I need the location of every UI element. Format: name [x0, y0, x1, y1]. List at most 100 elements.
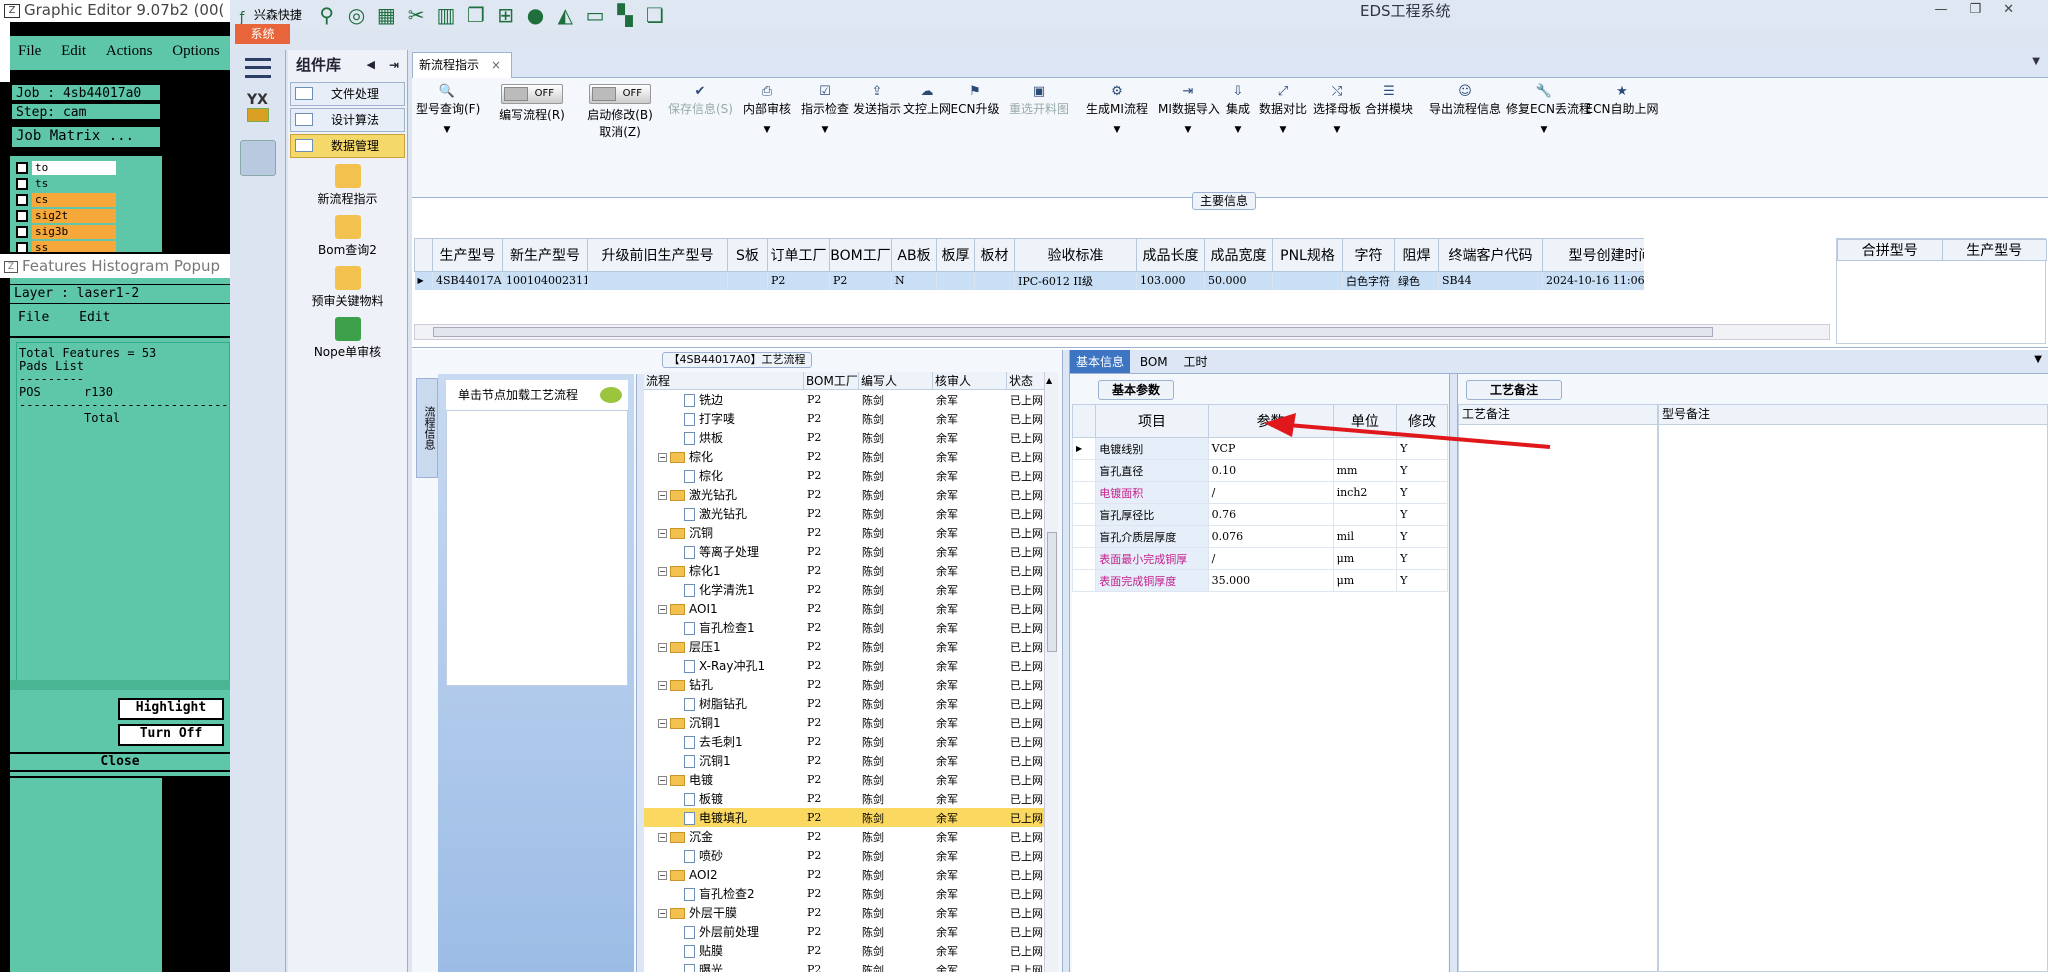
menu-file[interactable]: File: [10, 36, 49, 67]
lifebuoy-icon[interactable]: ◎: [344, 4, 370, 26]
tree-folder-row[interactable]: − 外层干膜 P2 陈剑 余军 已上网: [644, 903, 1044, 922]
layer-checkbox[interactable]: [16, 162, 28, 174]
collapse-icon[interactable]: −: [658, 453, 667, 462]
collapse-icon[interactable]: −: [658, 567, 667, 576]
tree-folder-row[interactable]: − 棕化1 P2 陈剑 余军 已上网: [644, 561, 1044, 580]
layer-checkbox[interactable]: [16, 194, 28, 206]
ribbon-button[interactable]: ⇥ MI数据导入 ▼: [1158, 84, 1220, 135]
copy-icon[interactable]: ❐: [463, 4, 489, 26]
main-grid-column[interactable]: 板厚: [936, 238, 975, 272]
popup-menu-edit[interactable]: Edit: [79, 310, 110, 325]
layer-checkbox[interactable]: [16, 242, 28, 252]
library-item[interactable]: 文件处理: [290, 82, 405, 106]
main-grid-column[interactable]: 终端客户代码: [1438, 238, 1543, 272]
ribbon-button[interactable]: ⇪ 发送指示: [852, 84, 902, 117]
film-icon[interactable]: ▥: [433, 4, 459, 26]
tab-new-process[interactable]: 新流程指示 ×: [412, 52, 512, 78]
calculator-icon[interactable]: [239, 140, 276, 176]
tab-close-icon[interactable]: ×: [491, 58, 501, 72]
param-row[interactable]: 盲孔介质层厚度 0.076 mil Y: [1071, 525, 1448, 548]
ribbon-button[interactable]: ⤢ 数据对比 ▼: [1258, 84, 1308, 135]
process-side-tab[interactable]: 流程信息: [416, 378, 438, 478]
maximize-icon[interactable]: ❐: [1969, 2, 2003, 17]
tab-work-hours[interactable]: 工时: [1178, 350, 1214, 373]
search-icon[interactable]: ⚲: [314, 4, 340, 26]
scroll-thumb[interactable]: [433, 327, 1713, 337]
ribbon-button[interactable]: ☺ 导出流程信息: [1428, 84, 1502, 117]
collapse-icon[interactable]: −: [658, 833, 667, 842]
collapse-icon[interactable]: −: [658, 870, 667, 880]
main-grid-column[interactable]: AB板: [891, 238, 937, 272]
param-row[interactable]: 表面最小完成铜厚 / μm Y: [1071, 547, 1448, 570]
process-remarks[interactable]: 工艺备注: [1458, 404, 1658, 972]
tree-row[interactable]: 沉铜1 P2 陈剑 余军 已上网: [644, 751, 1044, 770]
toggle-switch[interactable]: OFF: [589, 84, 651, 104]
layer-row[interactable]: sig3b: [16, 224, 156, 240]
layer-row[interactable]: ts: [16, 176, 156, 192]
system-tab[interactable]: 系统: [235, 24, 290, 44]
job-matrix-button[interactable]: Job Matrix ...: [10, 125, 162, 149]
splitter-remarks[interactable]: [1450, 374, 1458, 972]
tree-folder-row[interactable]: − AOI1 P2 陈剑 余军 已上网: [644, 599, 1044, 618]
tree-row[interactable]: 化学清洗1 P2 陈剑 余军 已上网: [644, 580, 1044, 599]
hamburger-icon[interactable]: [244, 58, 271, 78]
param-value[interactable]: 0.076: [1207, 525, 1334, 548]
param-row[interactable]: 电镀面积 / inch2 Y: [1071, 481, 1448, 504]
main-grid-column[interactable]: 阻焊: [1394, 238, 1439, 272]
ribbon-button[interactable]: 🔍 型号查询(F) ▼: [416, 84, 480, 135]
dropdown-arrow-icon[interactable]: ▼: [1158, 125, 1218, 135]
tree-folder-row[interactable]: − 钻孔 P2 陈剑 余军 已上网: [644, 675, 1044, 694]
collapse-icon[interactable]: −: [658, 491, 667, 500]
dropdown-arrow-icon[interactable]: ▼: [1080, 125, 1154, 135]
process-vscroll[interactable]: ▲: [1044, 372, 1058, 972]
ribbon-button[interactable]: ⎙ 内部审核 ▼: [742, 84, 792, 135]
library-tool[interactable]: Nope单审核: [288, 317, 407, 360]
dropdown-arrow-icon[interactable]: ▼: [1258, 125, 1308, 135]
tree-folder-row[interactable]: − 层压1 P2 陈剑 余军 已上网: [644, 637, 1044, 656]
main-grid-column[interactable]: S板: [727, 238, 768, 272]
tree-folder-row[interactable]: − 沉铜1 P2 陈剑 余军 已上网: [644, 713, 1044, 732]
main-grid-column[interactable]: 型号创建时间: [1542, 238, 1644, 272]
tab-menu-icon[interactable]: ▼: [2032, 56, 2040, 67]
param-value[interactable]: /: [1207, 547, 1334, 570]
ribbon-button[interactable]: ☁ 文控上网: [902, 84, 952, 117]
layer-checkbox[interactable]: [16, 210, 28, 222]
param-value[interactable]: /: [1207, 481, 1334, 504]
tree-row[interactable]: 喷砂 P2 陈剑 余军 已上网: [644, 846, 1044, 865]
main-info-hscroll[interactable]: [414, 324, 1830, 340]
chart-icon[interactable]: ◭: [552, 4, 578, 26]
tree-folder-row[interactable]: − 电镀 P2 陈剑 余军 已上网: [644, 770, 1044, 789]
tree-folder-row[interactable]: − 激光钻孔 P2 陈剑 余军 已上网: [644, 485, 1044, 504]
main-grid-column[interactable]: 升级前旧生产型号: [587, 238, 728, 272]
dropdown-arrow-icon[interactable]: ▼: [800, 125, 850, 135]
ribbon-button[interactable]: ☰ 合拼模块: [1364, 84, 1414, 117]
layer-row[interactable]: ss: [16, 240, 156, 252]
h-scrollbar[interactable]: [10, 680, 230, 690]
ribbon-button[interactable]: OFF 启动修改(B) 取消(Z): [580, 84, 660, 140]
collapse-icon[interactable]: −: [658, 909, 667, 918]
dropdown-arrow-icon[interactable]: ▼: [1218, 125, 1258, 135]
main-grid-column[interactable]: 成品长度: [1136, 238, 1205, 272]
param-value[interactable]: 0.10: [1207, 459, 1334, 482]
param-column[interactable]: 项目: [1095, 404, 1209, 438]
dropdown-arrow-icon[interactable]: ▼: [416, 125, 478, 135]
minimize-icon[interactable]: —: [1934, 2, 1969, 17]
turn-off-button[interactable]: Turn Off: [118, 724, 224, 746]
param-row[interactable]: 表面完成铜厚度 35.000 μm Y: [1071, 569, 1448, 592]
tree-row[interactable]: 外层前处理 P2 陈剑 余军 已上网: [644, 922, 1044, 941]
tree-folder-row[interactable]: − 沉金 P2 陈剑 余军 已上网: [644, 827, 1044, 846]
tree-row[interactable]: 等离子处理 P2 陈剑 余军 已上网: [644, 542, 1044, 561]
layer-checkbox[interactable]: [16, 178, 28, 190]
collapse-icon[interactable]: −: [658, 776, 667, 785]
menu-options[interactable]: Options: [164, 36, 228, 67]
tree-folder-row[interactable]: − 沉铜 P2 陈剑 余军 已上网: [644, 523, 1044, 542]
collapse-icon[interactable]: ◀: [367, 50, 375, 80]
close-button[interactable]: Close: [10, 752, 230, 772]
param-value[interactable]: 35.000: [1207, 569, 1334, 592]
highlight-button[interactable]: Highlight: [118, 698, 224, 720]
splitter-main[interactable]: [1062, 350, 1070, 972]
tree-row[interactable]: 去毛刺1 P2 陈剑 余军 已上网: [644, 732, 1044, 751]
apps-icon[interactable]: ⊞: [493, 4, 519, 26]
popup-menu-file[interactable]: File: [18, 310, 49, 325]
layer-row[interactable]: to: [16, 160, 156, 176]
